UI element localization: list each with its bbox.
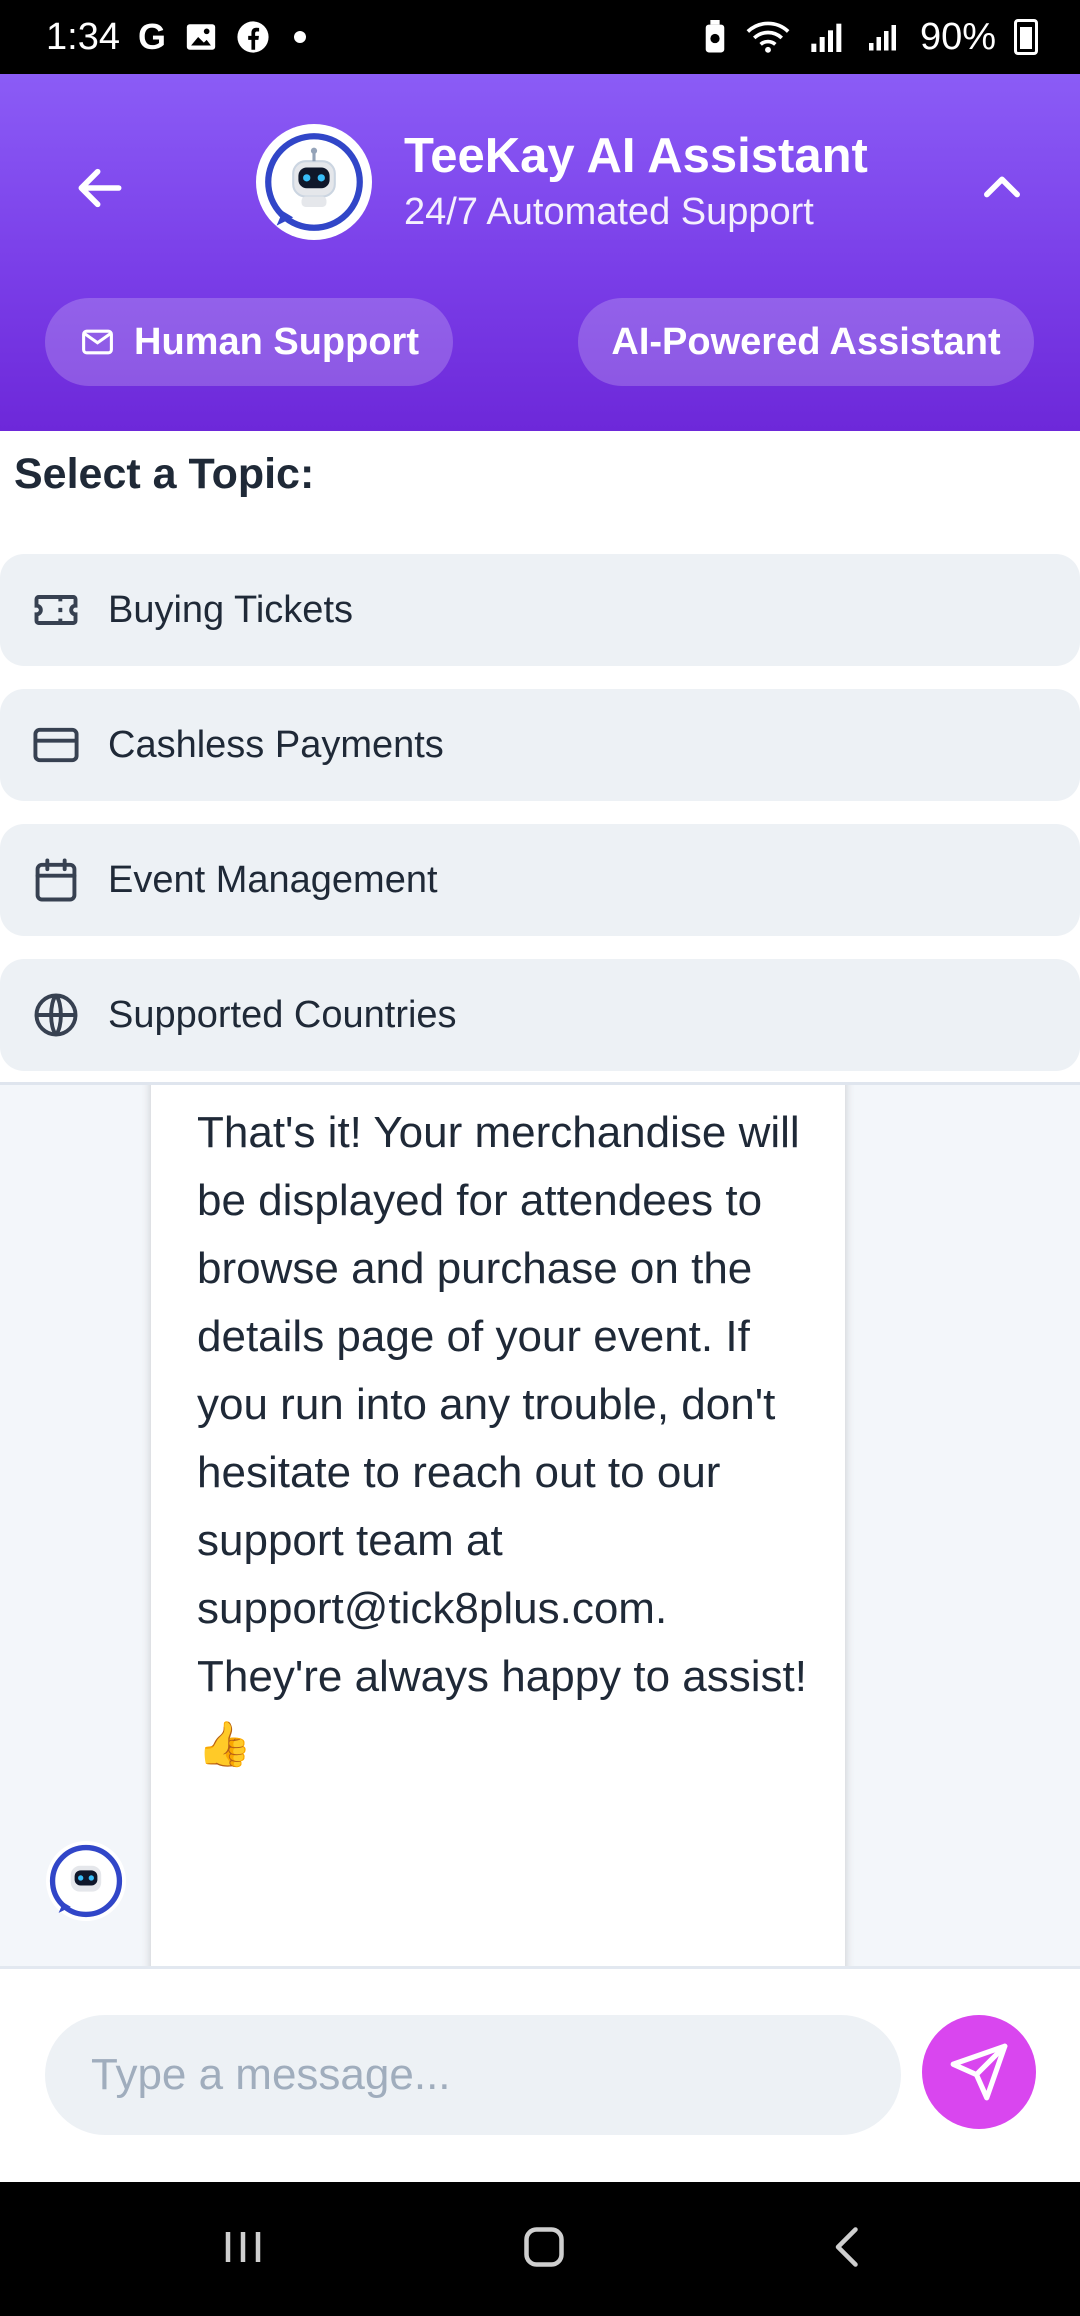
- send-icon: [950, 2043, 1008, 2101]
- message-input[interactable]: [45, 2015, 901, 2135]
- notification-dot: [293, 31, 306, 43]
- home-icon: [524, 2227, 564, 2267]
- chevron-up-icon: [984, 176, 1020, 198]
- arrow-left-icon: [78, 168, 122, 208]
- human-support-label: Human Support: [134, 320, 419, 363]
- topic-label: Event Management: [108, 858, 438, 901]
- message-composer: [0, 1966, 1080, 2182]
- ai-assistant-button[interactable]: AI-Powered Assistant: [578, 298, 1034, 386]
- topic-supported-countries[interactable]: Supported Countries: [0, 959, 1080, 1071]
- assistant-message-bubble: That's it! Your merchandise will be disp…: [151, 1085, 845, 1966]
- topic-buying-tickets[interactable]: Buying Tickets: [0, 554, 1080, 666]
- human-support-button[interactable]: Human Support: [45, 298, 453, 386]
- home-button[interactable]: [484, 2202, 604, 2292]
- mail-icon: [82, 329, 113, 355]
- robot-icon: [265, 133, 363, 231]
- topic-label: Buying Tickets: [108, 588, 353, 631]
- topic-label: Supported Countries: [108, 993, 457, 1036]
- signal-icon: [811, 23, 842, 52]
- ticket-icon: [30, 584, 82, 636]
- chat-header: TeeKay AI Assistant 24/7 Automated Suppo…: [0, 74, 1080, 431]
- battery-saver-icon: [705, 20, 725, 53]
- assistant-message-avatar: [46, 1841, 126, 1921]
- google-icon: G: [137, 16, 166, 57]
- assistant-title: TeeKay AI Assistant: [404, 129, 868, 183]
- battery-icon: [1014, 19, 1038, 55]
- collapse-button[interactable]: [964, 150, 1040, 226]
- status-bar: 1:34 G 90%: [0, 0, 1080, 74]
- signal-icon-2: [868, 25, 896, 51]
- recent-apps-icon: [225, 2232, 261, 2262]
- robot-icon: [49, 1844, 123, 1918]
- recent-apps-button[interactable]: [183, 2202, 303, 2292]
- ai-assistant-label: AI-Powered Assistant: [611, 320, 1001, 363]
- wifi-icon: [746, 21, 790, 53]
- globe-icon: [30, 989, 82, 1041]
- send-button[interactable]: [922, 2015, 1036, 2129]
- chevron-left-icon: [835, 2227, 858, 2267]
- system-nav-bar: [0, 2182, 1080, 2316]
- battery-percent: 90%: [919, 15, 996, 58]
- topic-event-management[interactable]: Event Management: [0, 824, 1080, 936]
- chat-messages[interactable]: That's it! Your merchandise will be disp…: [0, 1082, 1080, 1966]
- credit-card-icon: [30, 719, 82, 771]
- message-text: That's it! Your merchandise will be disp…: [197, 1108, 808, 1769]
- topic-label: Cashless Payments: [108, 723, 444, 766]
- topics-heading: Select a Topic:: [14, 450, 315, 498]
- facebook-icon: [237, 21, 269, 53]
- topic-cashless-payments[interactable]: Cashless Payments: [0, 689, 1080, 801]
- calendar-icon: [30, 854, 82, 906]
- nav-back-button[interactable]: [788, 2202, 908, 2292]
- assistant-avatar: [256, 124, 372, 240]
- back-button[interactable]: [64, 152, 136, 224]
- assistant-subtitle: 24/7 Automated Support: [404, 191, 814, 233]
- image-icon: [186, 24, 216, 50]
- status-time: 1:34: [46, 15, 120, 58]
